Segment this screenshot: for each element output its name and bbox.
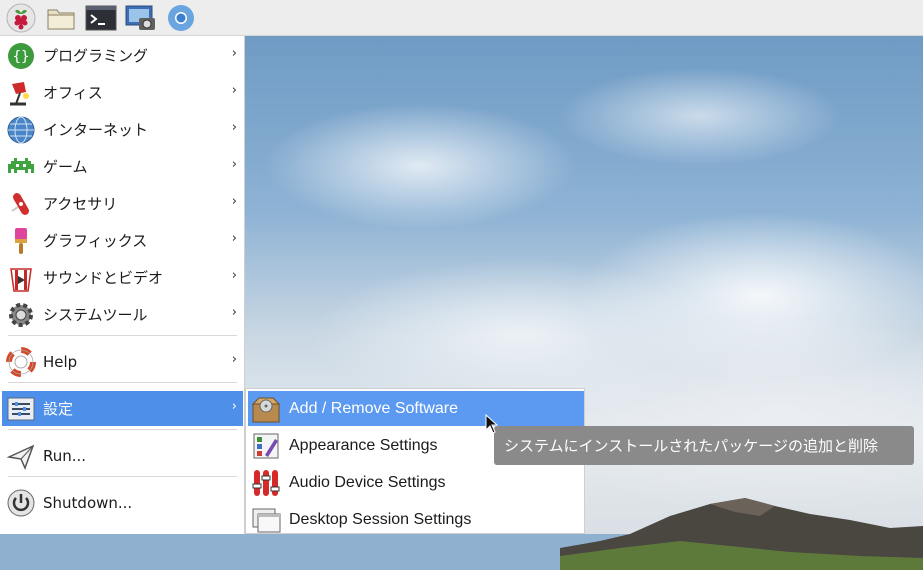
menu-separator: [8, 429, 237, 430]
submenu-item-label: Desktop Session Settings: [289, 510, 472, 528]
tooltip: システムにインストールされたパッケージの追加と削除: [494, 426, 914, 465]
chevron-right-icon: ›: [231, 399, 237, 414]
menu-item-label: システムツール: [43, 306, 148, 324]
menu-item-label: ゲーム: [43, 158, 88, 176]
programming-icon: {}: [5, 40, 37, 72]
submenu-item-desktop-session-settings[interactable]: Desktop Session Settings: [248, 502, 584, 537]
menu-item-programming[interactable]: {} プログラミング ›: [2, 38, 243, 73]
office-icon: [5, 77, 37, 109]
mountain-image: [560, 498, 923, 570]
menu-item-games[interactable]: ゲーム ›: [2, 149, 243, 184]
submenu-item-audio-device-settings[interactable]: Audio Device Settings: [248, 465, 584, 500]
menu-item-system-tools[interactable]: システムツール ›: [2, 297, 243, 332]
raspberry-menu-button[interactable]: [4, 2, 38, 34]
chevron-right-icon: ›: [231, 157, 237, 172]
file-manager-icon: [47, 9, 75, 29]
desktop-session-settings-icon: [250, 504, 282, 536]
screenshot-button[interactable]: [124, 2, 158, 34]
shutdown-icon: [5, 487, 37, 519]
menu-item-accessories[interactable]: アクセサリ ›: [2, 186, 243, 221]
add-remove-software-icon: [250, 393, 282, 425]
menu-separator: [8, 382, 237, 383]
internet-icon: [5, 114, 37, 146]
top-panel: [0, 0, 923, 36]
svg-text:{}: {}: [13, 49, 30, 65]
chromium-icon: [168, 4, 194, 31]
terminal-button[interactable]: [84, 2, 118, 34]
menu-item-run[interactable]: Run...: [2, 438, 243, 473]
audio-device-settings-icon: [250, 467, 282, 499]
chromium-button[interactable]: [164, 2, 198, 34]
submenu-item-add-remove-software[interactable]: Add / Remove Software: [248, 391, 584, 426]
run-icon: [5, 440, 37, 472]
menu-item-graphics[interactable]: グラフィックス ›: [2, 223, 243, 258]
help-icon: [5, 346, 37, 378]
menu-item-office[interactable]: オフィス ›: [2, 75, 243, 110]
menu-item-label: グラフィックス: [43, 232, 148, 250]
chevron-right-icon: ›: [231, 120, 237, 135]
appearance-settings-icon: [250, 430, 282, 462]
terminal-icon: [85, 5, 117, 30]
menu-item-sound-video[interactable]: サウンドとビデオ ›: [2, 260, 243, 295]
application-menu: {} プログラミング › オフィス › インターネット › ゲーム › アクセサ…: [0, 36, 245, 534]
chevron-right-icon: ›: [231, 231, 237, 246]
menu-item-label: サウンドとビデオ: [43, 269, 164, 287]
menu-item-label: インターネット: [43, 121, 149, 139]
menu-item-label: Shutdown...: [43, 493, 133, 512]
raspberry-menu-icon: [6, 3, 36, 32]
submenu-item-label: Audio Device Settings: [289, 473, 446, 491]
menu-item-label: プログラミング: [43, 47, 149, 65]
chevron-right-icon: ›: [231, 83, 237, 98]
submenu-item-label: Add / Remove Software: [289, 399, 458, 417]
menu-item-internet[interactable]: インターネット ›: [2, 112, 243, 147]
chevron-right-icon: ›: [231, 352, 237, 367]
menu-item-shutdown[interactable]: Shutdown...: [2, 485, 243, 520]
menu-item-help[interactable]: Help ›: [2, 344, 243, 379]
menu-item-label: 設定: [43, 400, 74, 418]
menu-item-label: オフィス: [43, 84, 103, 102]
preferences-icon: [5, 393, 37, 425]
mouse-cursor-icon: [485, 414, 499, 434]
graphics-icon: [5, 225, 37, 257]
tooltip-text: システムにインストールされたパッケージの追加と削除: [504, 437, 878, 455]
file-manager-button[interactable]: [44, 2, 78, 34]
menu-separator: [8, 335, 237, 336]
chevron-right-icon: ›: [231, 268, 237, 283]
games-icon: [5, 151, 37, 183]
submenu-item-label: Appearance Settings: [289, 436, 438, 454]
system-tools-icon: [5, 299, 37, 331]
menu-item-preferences[interactable]: 設定 ›: [2, 391, 243, 426]
menu-item-label: アクセサリ: [43, 195, 118, 213]
chevron-right-icon: ›: [231, 305, 237, 320]
screenshot-icon: [125, 5, 155, 30]
chevron-right-icon: ›: [231, 46, 237, 61]
sound-video-icon: [5, 262, 37, 294]
menu-item-label: Help: [43, 352, 78, 371]
chevron-right-icon: ›: [231, 194, 237, 209]
accessories-icon: [5, 188, 37, 220]
menu-separator: [8, 476, 237, 477]
menu-item-label: Run...: [43, 446, 87, 465]
